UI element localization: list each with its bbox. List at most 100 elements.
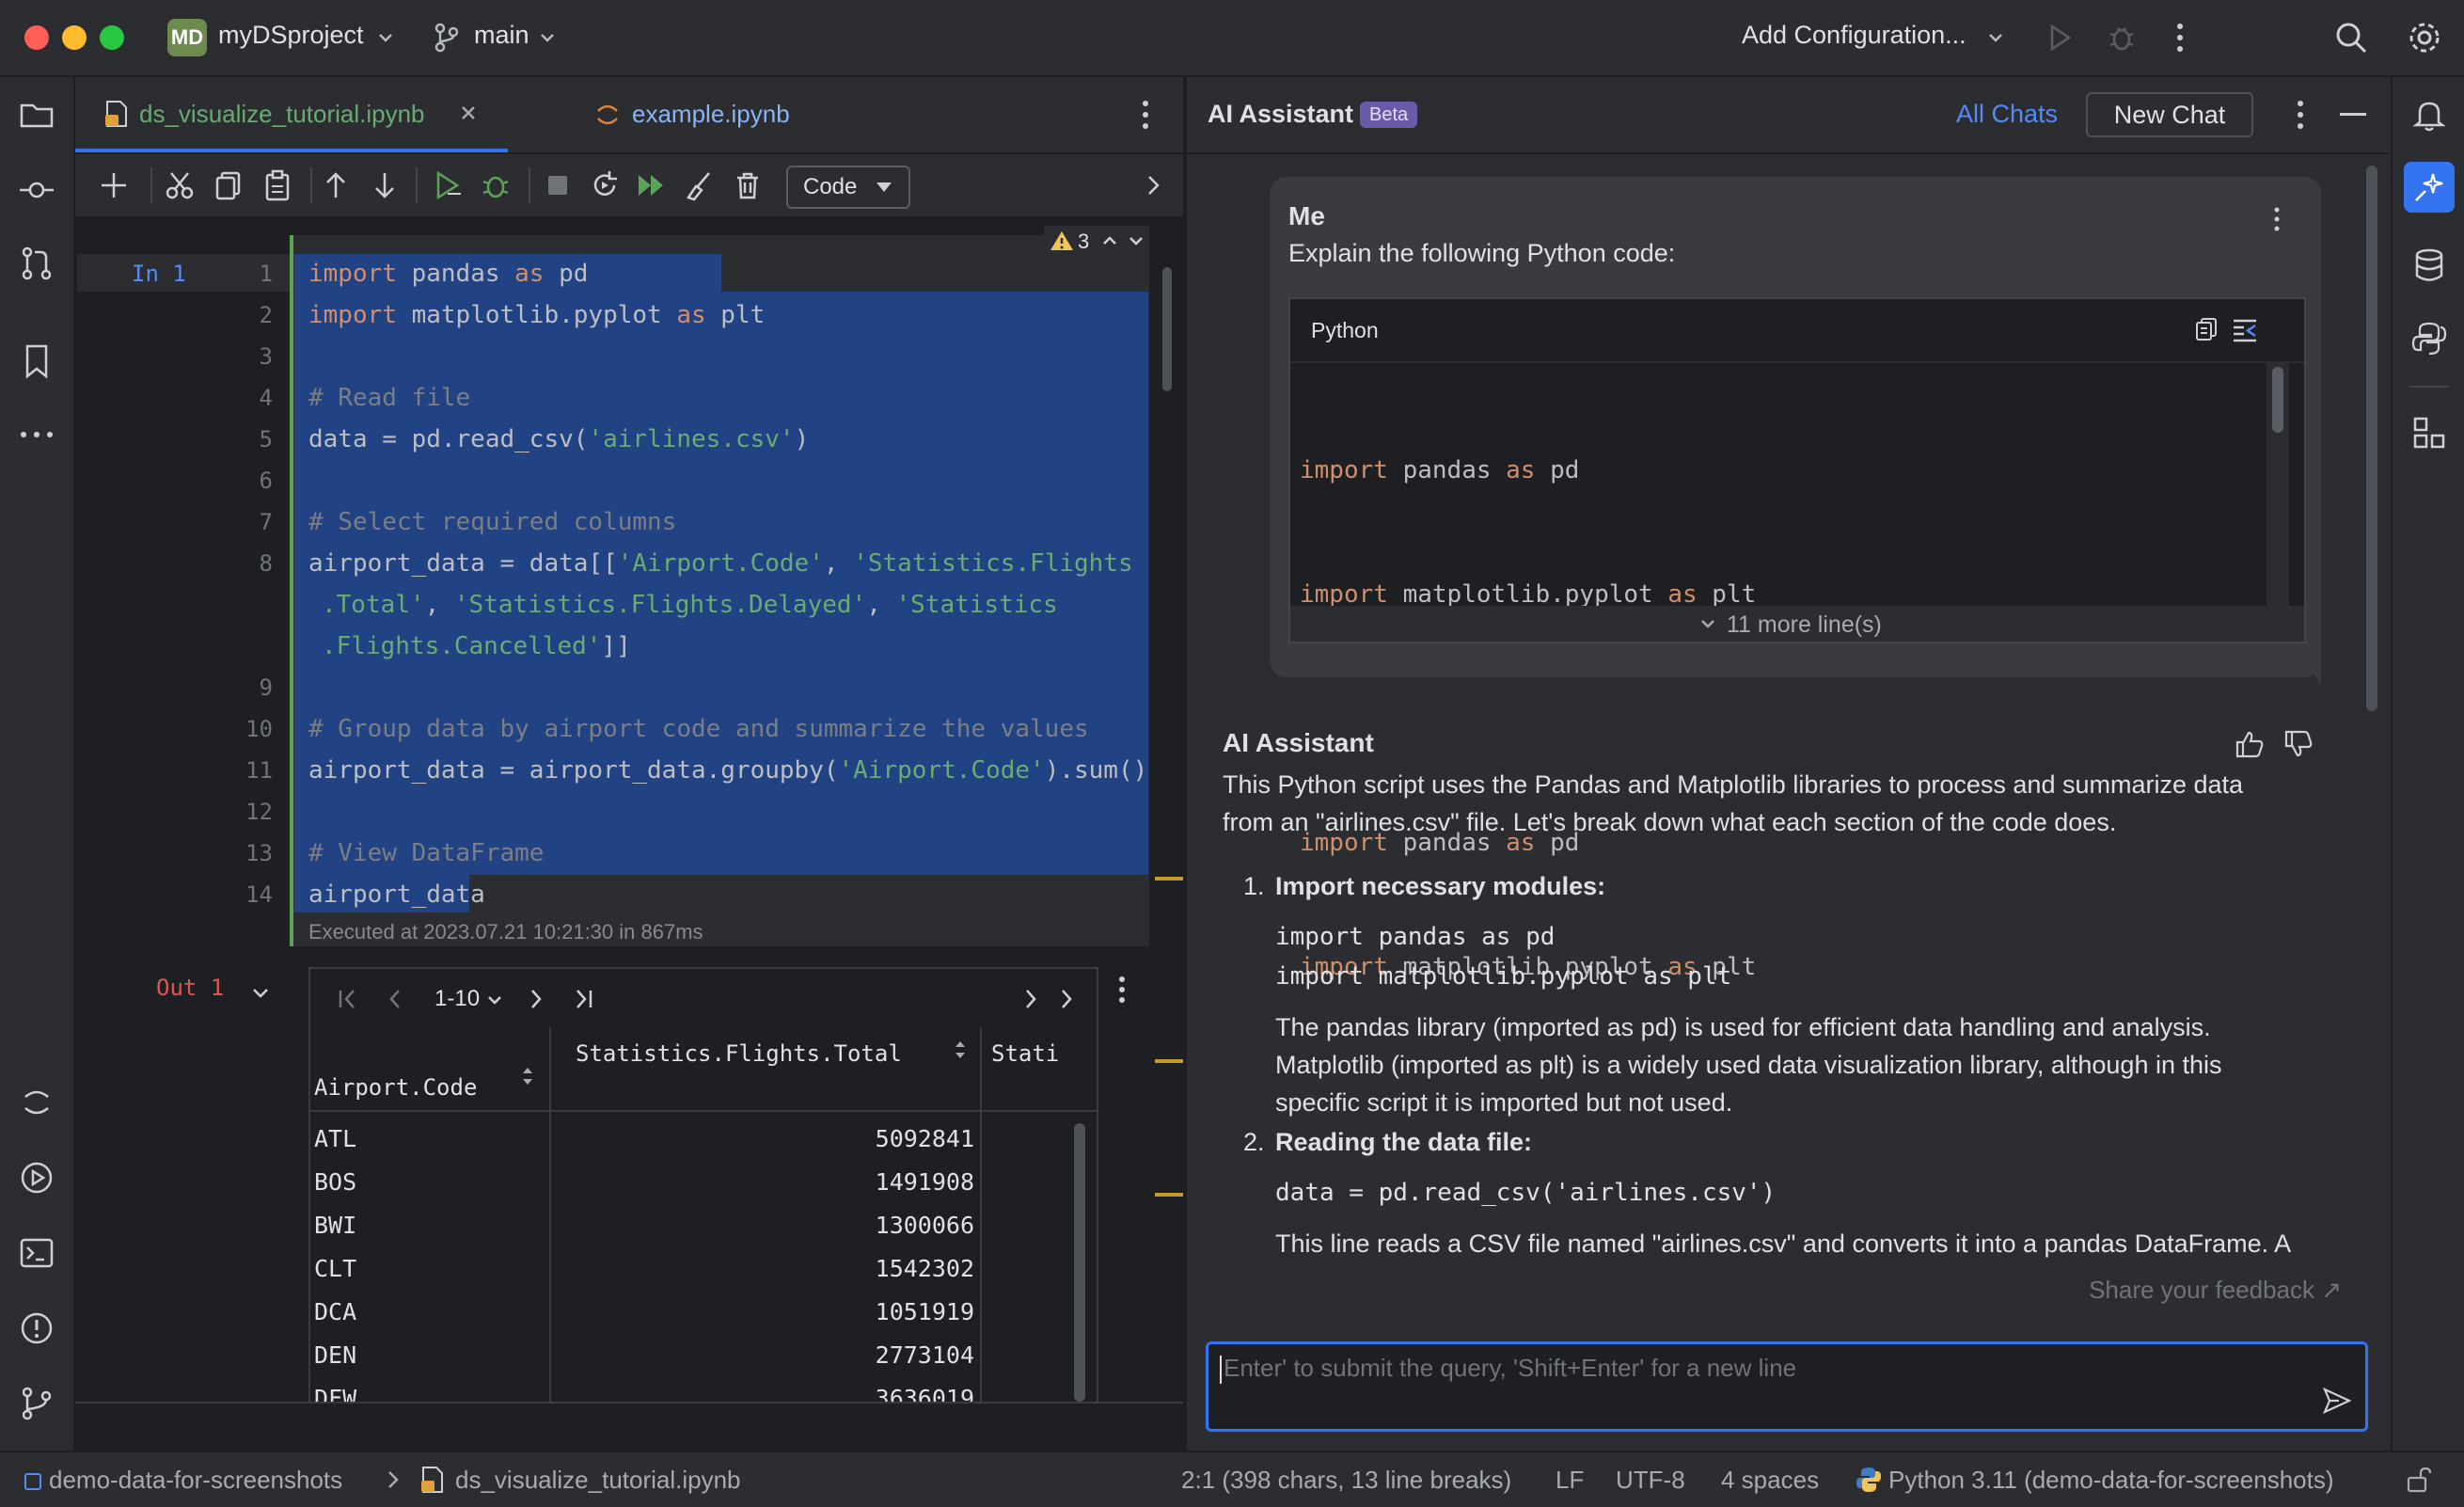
collapse-output-icon[interactable] xyxy=(250,982,271,1003)
column-header[interactable]: Airport.Code xyxy=(314,1074,477,1101)
services-icon[interactable] xyxy=(18,1159,55,1197)
cell-type-select[interactable]: Code xyxy=(786,166,910,209)
python-interpreter[interactable]: Python 3.11 (demo-data-for-screenshots) xyxy=(1888,1466,2334,1495)
more-vertical-icon[interactable] xyxy=(2172,21,2188,55)
inspection-widget[interactable]: 3 xyxy=(1044,226,1149,256)
run-icon[interactable] xyxy=(2045,23,2075,53)
thumbs-down-icon[interactable] xyxy=(2283,730,2314,758)
scroll-right-icon[interactable] xyxy=(1057,988,1078,1010)
database-icon[interactable] xyxy=(2410,246,2448,284)
structure-icon[interactable] xyxy=(2410,414,2448,452)
folder-icon[interactable] xyxy=(18,96,55,134)
code-token: .Total' xyxy=(322,591,425,619)
caret-position[interactable]: 2:1 (398 chars, 13 line breaks) xyxy=(1181,1466,1511,1495)
ai-assistant-toggle[interactable] xyxy=(2404,162,2455,213)
breadcrumb-file[interactable]: ds_visualize_tutorial.ipynb xyxy=(455,1466,741,1495)
new-chat-button[interactable]: New Chat xyxy=(2086,92,2253,137)
thumbs-up-icon[interactable] xyxy=(2235,730,2265,758)
more-lines-label: 11 more line(s) xyxy=(1727,611,1882,638)
scroll-right-icon[interactable] xyxy=(1021,988,1042,1010)
code-token: ) xyxy=(794,425,810,453)
chevron-up-icon[interactable] xyxy=(1100,231,1119,250)
add-cell-icon[interactable] xyxy=(98,169,130,201)
minimize-window-button[interactable] xyxy=(62,25,87,50)
run-cell-icon[interactable] xyxy=(433,169,465,201)
stop-icon[interactable] xyxy=(542,169,574,201)
column-header[interactable]: Stati xyxy=(991,1040,1059,1067)
last-page-icon[interactable] xyxy=(572,988,594,1010)
bookmarks-icon[interactable] xyxy=(18,342,55,380)
table-cell: BWI xyxy=(314,1212,357,1239)
settings-gear-icon[interactable] xyxy=(2408,21,2441,55)
branch-dropdown[interactable]: main xyxy=(474,21,529,50)
editor-scrollbar[interactable] xyxy=(1162,267,1172,391)
zoom-window-button[interactable] xyxy=(100,25,124,50)
more-horizontal-icon[interactable] xyxy=(18,416,55,453)
table-cell: 1300066 xyxy=(875,1212,974,1239)
send-icon[interactable] xyxy=(2322,1386,2352,1416)
git-icon[interactable] xyxy=(18,1385,55,1422)
chevron-down-icon xyxy=(538,28,557,47)
debug-icon[interactable] xyxy=(2107,23,2137,53)
commit-icon[interactable] xyxy=(18,171,55,209)
insert-snippet-icon[interactable] xyxy=(2231,316,2259,342)
minimize-panel-icon[interactable] xyxy=(2340,113,2366,116)
table-row-clipped: DFW 3636019 xyxy=(310,1383,1097,1402)
first-page-icon[interactable] xyxy=(337,988,359,1010)
run-configuration-dropdown[interactable]: Add Configuration... xyxy=(1742,21,1966,50)
project-name-dropdown[interactable]: myDSproject xyxy=(218,21,364,50)
copy-icon[interactable] xyxy=(213,169,245,201)
jupyter-variables-icon[interactable] xyxy=(18,1084,55,1121)
pull-requests-icon[interactable] xyxy=(18,245,55,282)
terminal-icon[interactable] xyxy=(18,1234,55,1272)
share-feedback-link[interactable]: Share your feedback ↗ xyxy=(2089,1276,2342,1305)
breadcrumb-project[interactable]: demo-data-for-screenshots xyxy=(49,1466,342,1495)
notifications-bell-icon[interactable] xyxy=(2410,96,2448,134)
file-encoding[interactable]: UTF-8 xyxy=(1616,1466,1685,1495)
sort-icon[interactable] xyxy=(954,1039,967,1061)
delete-cell-icon[interactable] xyxy=(732,169,764,201)
more-vertical-icon[interactable] xyxy=(2293,98,2308,132)
problems-icon[interactable] xyxy=(18,1309,55,1347)
clear-outputs-icon[interactable] xyxy=(683,169,715,201)
lock-icon[interactable] xyxy=(2404,1466,2432,1494)
chevron-down-icon xyxy=(1698,615,1717,634)
move-cell-down-icon[interactable] xyxy=(369,169,401,201)
page-range-dropdown[interactable]: 1-10 xyxy=(434,986,480,1012)
tab-ds-visualize-tutorial[interactable]: ds_visualize_tutorial.ipynb xyxy=(75,77,508,151)
bubble-tail xyxy=(2302,658,2321,685)
chat-input[interactable]: Enter' to submit the query, 'Shift+Enter… xyxy=(1206,1341,2368,1432)
run-all-icon[interactable] xyxy=(636,169,668,201)
cut-icon[interactable] xyxy=(164,169,196,201)
expand-more-lines[interactable]: 11 more line(s) xyxy=(1290,606,2304,642)
search-icon[interactable] xyxy=(2334,21,2368,55)
line-number: 6 xyxy=(259,468,273,494)
close-tab-icon[interactable] xyxy=(455,100,482,126)
column-header[interactable]: Statistics.Flights.Total xyxy=(576,1040,902,1067)
restart-kernel-icon[interactable] xyxy=(589,169,621,201)
more-vertical-icon[interactable] xyxy=(2270,205,2283,233)
copy-code-icon[interactable] xyxy=(2193,316,2219,342)
inline-code: import matplotlib.pyplot as plt xyxy=(1275,962,1732,991)
indentation[interactable]: 4 spaces xyxy=(1721,1466,1819,1495)
code-scrollbar-thumb[interactable] xyxy=(2272,367,2283,433)
more-vertical-icon[interactable] xyxy=(1138,98,1153,132)
close-window-button[interactable] xyxy=(24,25,49,50)
python-console-icon[interactable] xyxy=(2410,320,2448,357)
code-token: import xyxy=(308,260,397,288)
code-line: airport_data = airport_data.groupby('Air… xyxy=(308,756,1147,785)
next-page-icon[interactable] xyxy=(525,988,547,1010)
all-chats-link[interactable]: All Chats xyxy=(1956,100,2058,129)
table-scrollbar[interactable] xyxy=(1074,1123,1085,1402)
move-cell-up-icon[interactable] xyxy=(320,169,352,201)
line-separator[interactable]: LF xyxy=(1556,1466,1584,1495)
sort-icon[interactable] xyxy=(521,1065,534,1087)
debug-cell-icon[interactable] xyxy=(480,169,512,201)
tab-example[interactable]: example.ipynb xyxy=(508,77,828,151)
chevron-right-icon[interactable] xyxy=(1144,173,1162,198)
chat-scrollbar[interactable] xyxy=(2366,166,2377,711)
output-more-icon[interactable] xyxy=(1115,975,1129,1005)
chevron-down-icon[interactable] xyxy=(1127,231,1145,250)
previous-page-icon[interactable] xyxy=(384,988,406,1010)
paste-icon[interactable] xyxy=(261,169,293,201)
